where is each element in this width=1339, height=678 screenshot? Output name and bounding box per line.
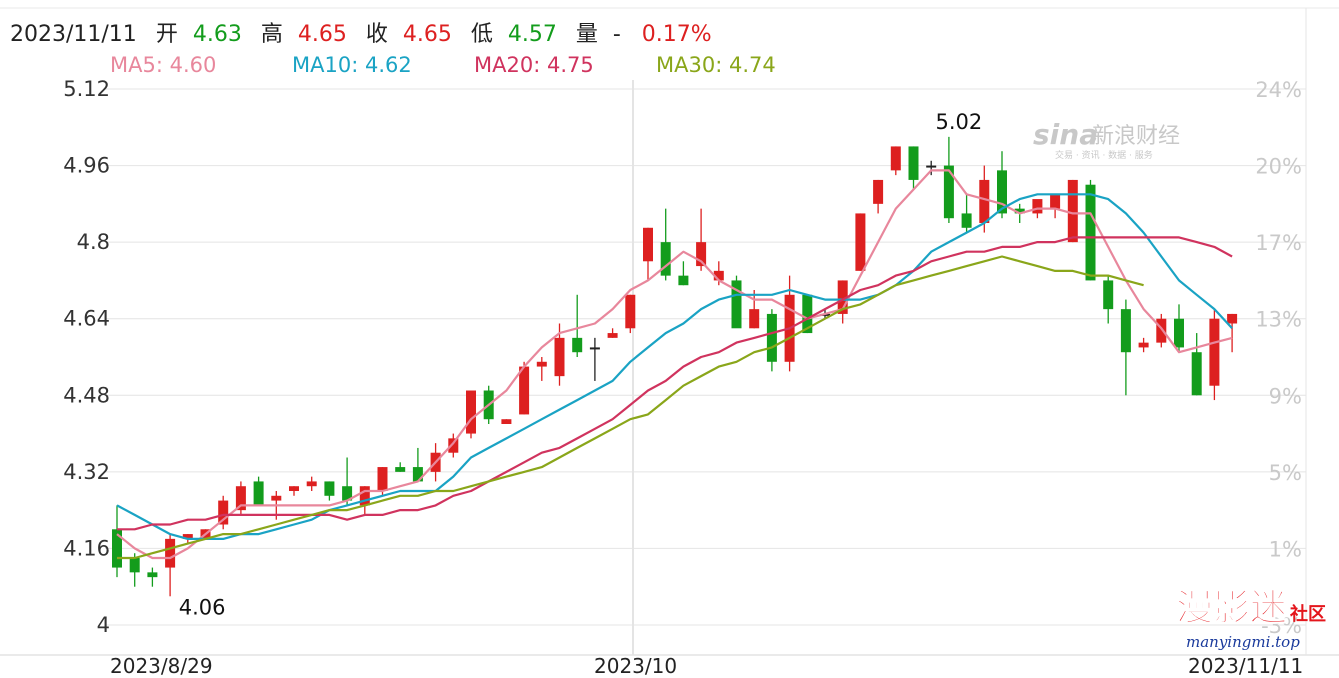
ma10-line	[116, 193, 1233, 541]
candle-body-42	[855, 213, 866, 271]
high-annotation: 5.02	[936, 110, 983, 134]
ma10-legend: MA10: 4.62	[292, 53, 412, 77]
x-tick-label-1: 2023/10	[594, 654, 677, 678]
candle-body-23	[519, 366, 530, 415]
candle-body-43	[873, 179, 884, 204]
candle-body-32	[678, 275, 689, 286]
candle-body-1	[129, 558, 140, 573]
ma5-line	[116, 169, 1233, 560]
header-open: 4.63	[193, 22, 242, 47]
candle-body-49	[979, 179, 990, 223]
candle-body-48	[961, 213, 972, 228]
ma5-legend: MA5: 4.60	[110, 53, 216, 77]
candle-body-58	[1138, 342, 1149, 348]
candle-body-15	[377, 467, 388, 491]
sina-logo-mark: sina	[1033, 118, 1098, 151]
pct-tick-label-6: 1%	[1269, 537, 1302, 561]
ma20-legend: MA20: 4.75	[474, 53, 594, 77]
candle-body-57	[1120, 309, 1131, 353]
candle-body-10	[289, 486, 299, 491]
header-close-label: 收	[366, 22, 388, 47]
header-high: 4.65	[298, 22, 347, 47]
candle-body-24	[536, 361, 547, 367]
candle-body-11	[306, 481, 317, 487]
candle-body-54	[1067, 179, 1078, 243]
candle-body-44	[890, 146, 901, 171]
candle-body-27	[589, 347, 600, 350]
badge-suffix: 社区	[1290, 603, 1326, 625]
candle-body-12	[324, 481, 335, 496]
sina-finance-watermark: sina 新浪财经 交易 · 资讯 · 数据 · 服务	[1033, 118, 1180, 161]
candle-body-46	[926, 165, 937, 168]
moving-average-lines	[116, 169, 1233, 560]
ma20-line	[117, 236, 1233, 531]
y-tick-label-1: 4.96	[63, 154, 110, 178]
candle-body-16	[395, 467, 406, 472]
x-tick-label-0: 2023/8/29	[110, 654, 213, 678]
ohlc-header: 2023/11/11 开 4.63 高 4.65 收 4.65 低 4.57 量…	[10, 22, 712, 47]
header-date: 2023/11/11	[10, 22, 137, 47]
header-close: 4.65	[403, 22, 452, 47]
candle-body-60	[1174, 318, 1184, 348]
pct-tick-label-3: 13%	[1255, 308, 1302, 332]
candle-body-61	[1191, 352, 1202, 396]
y-tick-label-2: 4.8	[77, 230, 110, 254]
candle-body-36	[749, 309, 760, 329]
header-change: 0.17%	[642, 22, 712, 47]
candle-body-9	[271, 495, 282, 501]
axis-labels: 5.12 4.96 4.8 4.64 4.48 4.32 4.16 4 24% 20% 17% 13%…	[63, 77, 1303, 678]
candle-body-2	[147, 572, 158, 578]
header-volume-label: 量	[576, 22, 598, 47]
pct-tick-label-0: 24%	[1255, 78, 1302, 102]
low-annotation: 4.06	[179, 595, 226, 619]
candle-body-17	[412, 467, 423, 482]
header-open-label: 开	[156, 22, 178, 47]
candle-body-28	[607, 333, 618, 338]
kline-chart: 2023/11/11 开 4.63 高 4.65 收 4.65 低 4.57 量…	[0, 7, 1339, 678]
candle-body-26	[572, 337, 583, 353]
candle-body-45	[908, 146, 919, 180]
y-tick-label-4: 4.48	[63, 383, 110, 407]
header-low: 4.57	[508, 22, 557, 47]
candle-body-55	[1085, 184, 1096, 281]
pct-tick-label-4: 9%	[1269, 384, 1302, 408]
candle-body-62	[1209, 318, 1220, 386]
candle-body-52	[1032, 199, 1043, 214]
y-tick-label-6: 4.16	[63, 536, 110, 560]
header-volume: -	[613, 22, 621, 47]
candle-body-59	[1156, 318, 1167, 343]
candle-body-3	[165, 538, 176, 568]
badge-title: 漫影迷	[1176, 585, 1287, 629]
candle-body-29	[625, 294, 636, 329]
candle-body-31	[660, 242, 671, 276]
watermark-title: 新浪财经	[1092, 124, 1180, 149]
pct-tick-label-5: 5%	[1269, 461, 1302, 485]
header-high-label: 高	[261, 22, 283, 47]
pct-tick-label-2: 17%	[1255, 231, 1302, 255]
x-tick-label-2: 2023/11/11	[1188, 654, 1303, 678]
candle-body-30	[643, 227, 653, 262]
y-tick-label-5: 4.32	[63, 460, 110, 484]
candle-body-56	[1103, 280, 1114, 310]
candle-body-37	[766, 313, 777, 362]
badge-url: manyingmi.top	[1186, 633, 1300, 651]
candle-body-63	[1227, 313, 1238, 324]
candle-body-20	[466, 390, 476, 434]
y-tick-label-7: 4	[97, 613, 110, 637]
pct-tick-label-1: 20%	[1255, 155, 1302, 179]
y-tick-label-0: 5.12	[63, 77, 110, 101]
community-badge: 漫影迷 社区 manyingmi.top	[1176, 585, 1327, 652]
ma30-legend: MA30: 4.74	[656, 53, 776, 77]
y-tick-label-3: 4.64	[63, 307, 110, 331]
candle-body-25	[554, 337, 565, 377]
candle-body-8	[253, 481, 264, 506]
candle-body-53	[1050, 194, 1061, 209]
candle-body-22	[501, 419, 512, 424]
header-low-label: 低	[471, 22, 493, 47]
watermark-subtitle: 交易 · 资讯 · 数据 · 服务	[1055, 149, 1153, 161]
